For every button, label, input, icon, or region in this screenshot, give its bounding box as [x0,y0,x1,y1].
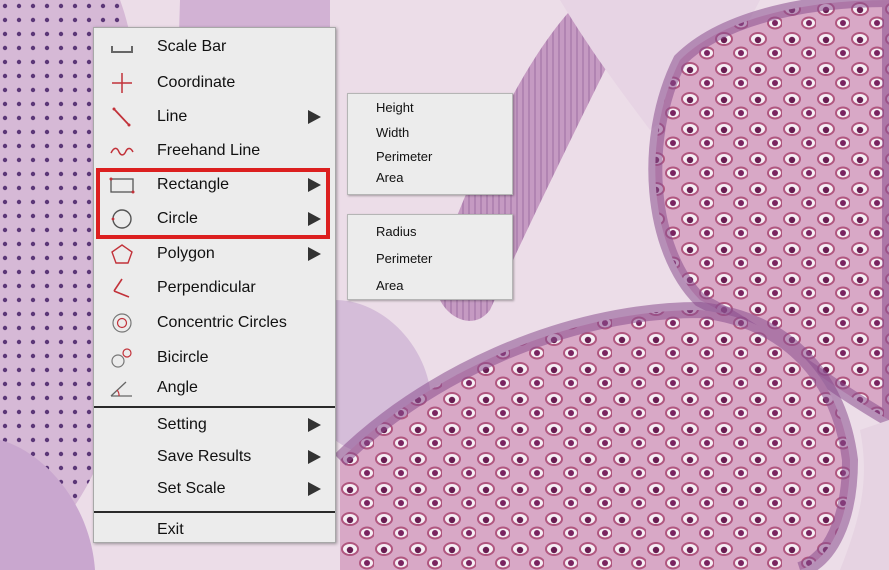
submenu-item-radius[interactable]: Radius [376,224,416,239]
menu-item-save-results[interactable]: Save Results [94,442,335,472]
submenu-item-area[interactable]: Area [376,278,403,293]
menu-item-coordinate[interactable]: Coordinate [94,68,335,98]
submenu-item-perimeter[interactable]: Perimeter [376,251,432,266]
menu-item-concentric-circles[interactable]: Concentric Circles [94,308,335,338]
submenu-arrow-icon [308,212,321,226]
menu-item-angle[interactable]: Angle [94,373,335,403]
submenu-arrow-icon [308,110,321,124]
submenu-arrow-icon [308,450,321,464]
perpendicular-icon [108,276,136,300]
menu-item-exit[interactable]: Exit [94,515,335,545]
menu-item-label: Setting [157,416,207,433]
menu-item-label: Exit [157,521,184,538]
scale-bar-icon [108,35,136,59]
angle-icon [108,376,136,400]
rectangle-submenu: Height Width Perimeter Area [347,93,513,195]
submenu-item-perimeter[interactable]: Perimeter [376,149,432,164]
menu-item-label: Bicircle [157,349,209,366]
menu-item-label: Concentric Circles [157,314,287,331]
freehand-line-icon [108,139,136,163]
line-icon [108,105,136,129]
menu-item-label: Set Scale [157,480,226,497]
menu-item-label: Perpendicular [157,279,256,296]
menu-item-label: Freehand Line [157,142,261,159]
menu-item-label: Angle [157,379,198,396]
menu-item-set-scale[interactable]: Set Scale [94,474,335,504]
menu-item-freehand-line[interactable]: Freehand Line [94,136,335,166]
menu-item-rectangle[interactable]: Rectangle [94,170,335,200]
menu-item-circle[interactable]: Circle [94,204,335,234]
concentric-circles-icon [108,311,136,335]
menu-item-label: Save Results [157,448,252,465]
crosshair-icon [108,71,136,95]
menu-item-label: Polygon [157,245,215,262]
submenu-arrow-icon [308,178,321,192]
bicircle-icon [108,346,136,370]
menu-item-perpendicular[interactable]: Perpendicular [94,273,335,303]
submenu-arrow-icon [308,247,321,261]
submenu-arrow-icon [308,418,321,432]
menu-item-bicircle[interactable]: Bicircle [94,343,335,373]
submenu-item-width[interactable]: Width [376,125,409,140]
submenu-item-area[interactable]: Area [376,170,403,185]
menu-item-line[interactable]: Line [94,102,335,132]
menu-item-polygon[interactable]: Polygon [94,239,335,269]
menu-item-label: Scale Bar [157,38,227,55]
menu-item-label: Line [157,108,188,125]
submenu-item-height[interactable]: Height [376,100,414,115]
menu-item-label: Rectangle [157,176,230,193]
circle-icon [108,207,136,231]
menu-separator [94,406,335,408]
menu-item-setting[interactable]: Setting [94,410,335,440]
menu-item-label: Coordinate [157,74,236,91]
submenu-arrow-icon [308,482,321,496]
menu-separator [94,511,335,513]
rectangle-icon [108,173,136,197]
menu-item-label: Circle [157,210,198,227]
menu-item-scale-bar[interactable]: Scale Bar [94,32,335,62]
circle-submenu: Radius Perimeter Area [347,214,513,300]
measurement-context-menu: Scale Bar Coordinate Line Freehand Line … [93,27,336,543]
polygon-icon [108,242,136,266]
